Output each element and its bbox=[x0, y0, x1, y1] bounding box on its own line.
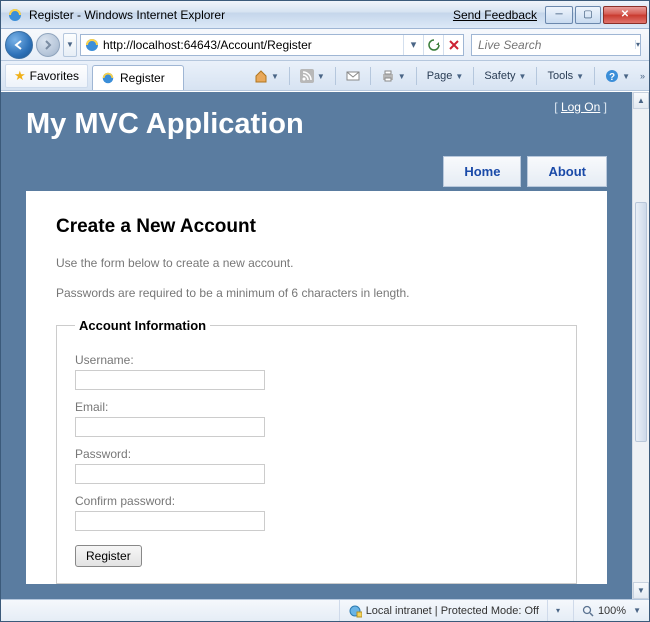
status-zone[interactable]: Local intranet | Protected Mode: Off bbox=[339, 600, 547, 621]
stop-button[interactable] bbox=[443, 35, 463, 55]
search-box: ▾ bbox=[471, 34, 641, 56]
page-content: My MVC Application [ Log On ] Home About… bbox=[1, 92, 632, 599]
home-icon bbox=[254, 69, 268, 83]
address-dropdown[interactable]: ▾ bbox=[403, 35, 423, 55]
window-title: Register - Windows Internet Explorer bbox=[29, 8, 225, 22]
page-menu[interactable]: Page▼ bbox=[421, 65, 470, 87]
titlebar: Register - Windows Internet Explorer Sen… bbox=[1, 1, 649, 29]
client-area: My MVC Application [ Log On ] Home About… bbox=[1, 91, 649, 599]
favorites-button[interactable]: ★ Favorites bbox=[5, 64, 88, 88]
search-dropdown[interactable]: ▾ bbox=[635, 40, 640, 49]
ie-icon bbox=[7, 7, 23, 23]
feeds-button[interactable]: ▼ bbox=[294, 65, 331, 87]
tab-icon bbox=[101, 71, 115, 85]
password-input[interactable] bbox=[75, 464, 265, 484]
logon-section: [ Log On ] bbox=[554, 100, 607, 114]
nav-home[interactable]: Home bbox=[443, 156, 521, 187]
navigation-bar: ▼ ▾ ▾ bbox=[1, 29, 649, 61]
refresh-button[interactable] bbox=[423, 35, 443, 55]
forward-button[interactable] bbox=[36, 33, 60, 57]
address-bar: ▾ bbox=[80, 34, 464, 56]
status-bar: Local intranet | Protected Mode: Off ▾ 1… bbox=[1, 599, 649, 621]
arrow-left-icon bbox=[13, 39, 25, 51]
stop-icon bbox=[449, 40, 459, 50]
window-controls: ─ ▢ ✕ bbox=[545, 6, 649, 24]
viewport: My MVC Application [ Log On ] Home About… bbox=[1, 92, 632, 599]
tab-bar: ★ Favorites Register ▼ ▼ ▼ Page▼ bbox=[1, 61, 649, 91]
logon-link[interactable]: Log On bbox=[561, 100, 600, 114]
url-input[interactable] bbox=[103, 36, 403, 54]
favorites-label: Favorites bbox=[30, 69, 79, 83]
account-fieldset: Account Information Username: Email: Pas… bbox=[56, 318, 577, 584]
page-icon bbox=[84, 37, 100, 53]
confirm-label: Confirm password: bbox=[75, 494, 558, 508]
status-left bbox=[1, 600, 339, 621]
nav-about[interactable]: About bbox=[527, 156, 607, 187]
page-header: My MVC Application [ Log On ] bbox=[1, 92, 632, 156]
star-icon: ★ bbox=[14, 68, 26, 84]
safety-menu[interactable]: Safety▼ bbox=[478, 65, 532, 87]
zoom-control[interactable]: 100% ▼ bbox=[573, 600, 649, 621]
main-content: Create a New Account Use the form below … bbox=[26, 191, 607, 584]
mail-icon bbox=[346, 70, 360, 82]
app-title: My MVC Application bbox=[26, 108, 304, 141]
fieldset-legend: Account Information bbox=[75, 318, 210, 333]
help-button[interactable]: ?▼ bbox=[599, 65, 636, 87]
home-button[interactable]: ▼ bbox=[248, 65, 285, 87]
scroll-up-button[interactable]: ▲ bbox=[633, 92, 649, 109]
rss-icon bbox=[300, 69, 314, 83]
scroll-thumb[interactable] bbox=[635, 202, 647, 442]
close-button[interactable]: ✕ bbox=[603, 6, 647, 24]
svg-text:?: ? bbox=[609, 72, 615, 83]
refresh-icon bbox=[428, 39, 440, 51]
scroll-down-button[interactable]: ▼ bbox=[633, 582, 649, 599]
maximize-button[interactable]: ▢ bbox=[575, 6, 601, 24]
browser-window: Register - Windows Internet Explorer Sen… bbox=[0, 0, 650, 622]
zoom-icon bbox=[582, 605, 594, 617]
back-button[interactable] bbox=[5, 31, 33, 59]
command-bar: ▼ ▼ ▼ Page▼ Safety▼ Tools▼ ?▼ » bbox=[248, 65, 643, 87]
status-spacer[interactable]: ▾ bbox=[547, 600, 573, 621]
page-heading: Create a New Account bbox=[56, 216, 577, 238]
password-note: Passwords are required to be a minimum o… bbox=[56, 286, 577, 300]
tab-register[interactable]: Register bbox=[92, 65, 184, 90]
intro-text: Use the form below to create a new accou… bbox=[56, 256, 577, 270]
password-label: Password: bbox=[75, 447, 558, 461]
readmail-button[interactable] bbox=[340, 65, 366, 87]
vertical-scrollbar[interactable]: ▲ ▼ bbox=[632, 92, 649, 599]
email-label: Email: bbox=[75, 400, 558, 414]
tab-label: Register bbox=[120, 71, 165, 85]
tools-menu[interactable]: Tools▼ bbox=[541, 65, 590, 87]
zone-icon bbox=[348, 604, 362, 618]
username-label: Username: bbox=[75, 353, 558, 367]
printer-icon bbox=[381, 69, 395, 83]
recent-pages-dropdown[interactable]: ▼ bbox=[63, 33, 77, 57]
print-button[interactable]: ▼ bbox=[375, 65, 412, 87]
arrow-right-icon bbox=[43, 40, 53, 50]
confirm-password-input[interactable] bbox=[75, 511, 265, 531]
search-input[interactable] bbox=[478, 36, 635, 54]
username-input[interactable] bbox=[75, 370, 265, 390]
site-nav: Home About bbox=[1, 156, 632, 187]
help-icon: ? bbox=[605, 69, 619, 83]
send-feedback-link[interactable]: Send Feedback bbox=[453, 8, 537, 22]
email-input[interactable] bbox=[75, 417, 265, 437]
toolbar-overflow[interactable]: » bbox=[640, 71, 643, 81]
register-button[interactable]: Register bbox=[75, 545, 142, 567]
minimize-button[interactable]: ─ bbox=[545, 6, 573, 24]
